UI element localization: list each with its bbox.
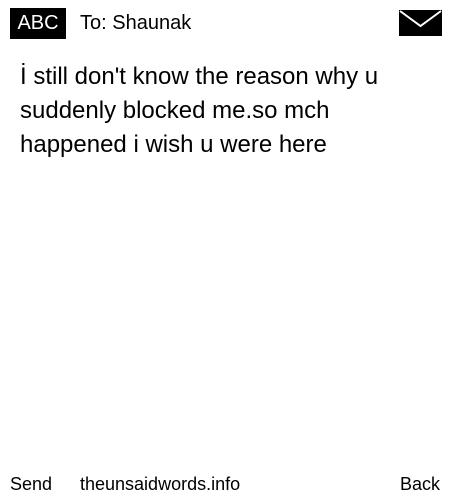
input-mode-badge[interactable]: ABC [10, 8, 66, 39]
back-button[interactable]: Back [400, 473, 440, 495]
send-button[interactable]: Send [10, 473, 52, 495]
recipient-field[interactable]: To: Shaunak [80, 11, 191, 35]
site-link[interactable]: theunsaidwords.info [80, 473, 240, 495]
envelope-icon [399, 10, 442, 36]
message-body[interactable]: İ still don't know the reason why u sudd… [20, 60, 440, 162]
compose-header: ABC To: Shaunak [0, 0, 450, 44]
